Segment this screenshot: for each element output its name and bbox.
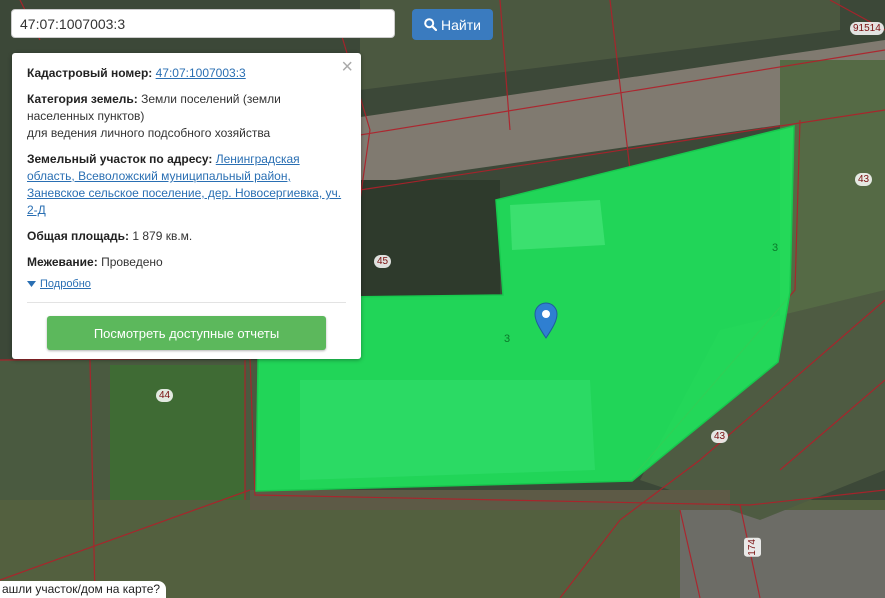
area-row: Общая площадь: 1 879 кв.м. <box>27 228 346 245</box>
plot-number: 3 <box>772 242 779 254</box>
search-icon <box>424 18 438 31</box>
search-button-label: Найти <box>441 16 481 33</box>
cadastral-row: Кадастровый номер: 47:07:1007003:3 <box>27 65 346 82</box>
plot-label: 45 <box>374 255 392 268</box>
survey-row: Межевание: Проведено <box>27 254 346 271</box>
cadastral-label: Кадастровый номер: <box>27 66 153 80</box>
details-toggle[interactable]: Подробно <box>27 278 346 290</box>
plot-info-popup: × Кадастровый номер: 47:07:1007003:3 Кат… <box>12 53 361 359</box>
area-value: 1 879 кв.м. <box>132 229 193 243</box>
survey-label: Межевание: <box>27 255 98 269</box>
close-icon[interactable]: × <box>341 57 353 77</box>
plot-label: 44 <box>156 389 174 402</box>
category-purpose: для ведения личного подсобного хозяйства <box>27 126 271 140</box>
found-on-map-prompt[interactable]: ашли участок/дом на карте? <box>0 581 167 598</box>
address-row: Земельный участок по адресу: Ленинградск… <box>27 151 346 219</box>
search-input[interactable] <box>11 9 395 38</box>
divider <box>27 302 346 303</box>
view-reports-button[interactable]: Посмотреть доступные отчеты <box>47 316 326 350</box>
plot-number: 3 <box>504 333 511 345</box>
plot-label: 174 <box>744 538 761 557</box>
category-label: Категория земель: <box>27 92 138 106</box>
plot-label: 43 <box>711 430 729 443</box>
category-row: Категория земель: Земли поселений (земли… <box>27 91 346 142</box>
search-button[interactable]: Найти <box>412 9 493 40</box>
plot-label: 43 <box>855 173 873 186</box>
details-link[interactable]: Подробно <box>40 278 91 290</box>
survey-value: Проведено <box>101 255 163 269</box>
area-label: Общая площадь: <box>27 229 130 243</box>
plot-label: 91514 <box>850 22 884 35</box>
cadastral-number-link[interactable]: 47:07:1007003:3 <box>156 66 246 80</box>
caret-down-icon <box>27 281 36 287</box>
address-label: Земельный участок по адресу: <box>27 152 213 166</box>
